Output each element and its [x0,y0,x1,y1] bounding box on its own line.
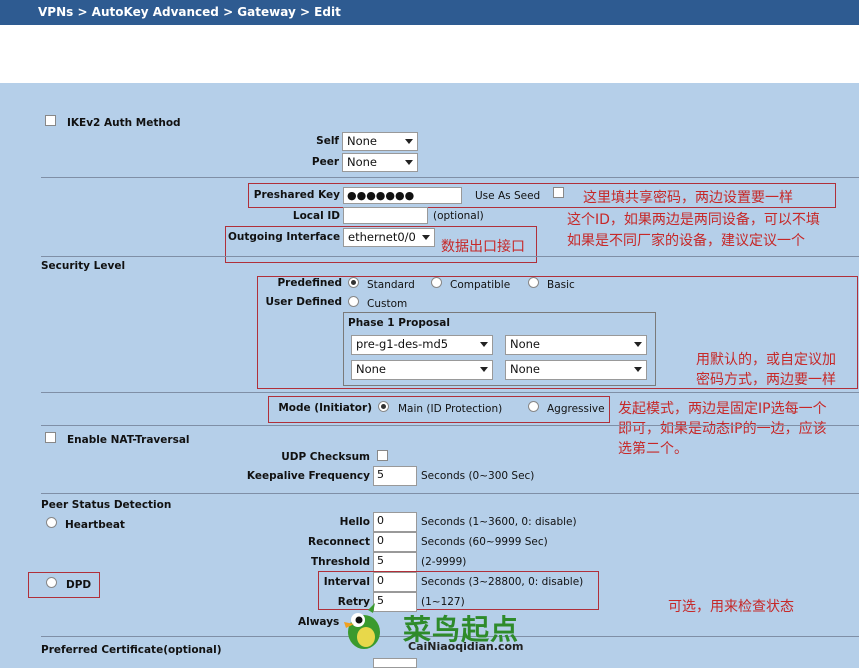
local-id-input[interactable] [343,207,428,224]
chevron-down-icon [480,342,488,347]
annotation-psk: 这里填共享密码，两边设置要一样 [583,190,793,206]
self-select[interactable]: None [342,132,418,151]
proposal-1-value: pre-g1-des-md5 [356,337,449,351]
divider [41,392,859,393]
annotation-proposal-1: 用默认的，或自定议加 [696,352,836,368]
annotation-proposal-2: 密码方式，两边要一样 [696,372,836,388]
breadcrumb: VPNs > AutoKey Advanced > Gateway > Edit [38,5,341,19]
outgoing-interface-label: Outgoing Interface [228,231,341,243]
chevron-down-icon [405,160,413,165]
radio-basic[interactable] [528,277,539,288]
nat-traversal-label: Enable NAT-Traversal [67,434,190,446]
annotation-outgoing: 数据出口接口 [441,239,525,255]
radio-compatible[interactable] [431,277,442,288]
phase1-proposal-title: Phase 1 Proposal [348,317,450,329]
self-select-value: None [347,134,378,148]
radio-dpd[interactable] [46,577,57,588]
mode-label: Mode (Initiator) [278,402,372,414]
predefined-label: Predefined [277,277,342,289]
use-as-seed-checkbox[interactable] [553,187,564,198]
divider [41,425,859,426]
chevron-down-icon [634,367,642,372]
annotation-localid-2: 如果是不同厂家的设备，建议定议一个 [567,233,805,249]
keepalive-input[interactable]: 5 [373,466,417,486]
nat-traversal-checkbox[interactable] [45,432,56,443]
peer-label: Peer [311,156,339,168]
preferred-certificate-heading: Preferred Certificate(optional) [41,644,222,656]
udp-checksum-label: UDP Checksum [281,451,370,463]
chevron-down-icon [480,367,488,372]
ikev2-label: IKEv2 Auth Method [67,117,181,129]
local-id-hint: (optional) [433,210,484,222]
threshold-hint: (2-9999) [421,556,467,568]
annotation-mode-2: 即可，如果是动态IP的一边，应该 [618,421,827,437]
annotation-mode-3: 选第二个。 [618,441,688,457]
heartbeat-label: Heartbeat [65,519,125,531]
chevron-down-icon [422,235,430,240]
hello-input[interactable]: 0 [373,512,417,532]
reconnect-label: Reconnect [308,536,370,548]
peer-status-heading: Peer Status Detection [41,499,172,511]
interval-hint: Seconds (3~28800, 0: disable) [421,576,584,588]
keepalive-label: Keepalive Frequency [246,470,370,482]
radio-standard[interactable] [348,277,359,288]
divider [41,256,859,257]
proposal-2-value: None [510,337,541,351]
security-level-heading: Security Level [41,260,126,272]
radio-custom[interactable] [348,296,359,307]
threshold-input[interactable]: 5 [373,552,417,572]
hello-label: Hello [339,516,370,528]
watermark-url: CaiNiaoqidian.com [408,640,524,653]
annotation-mode-1: 发起模式，两边是固定IP选每一个 [618,401,827,417]
main-mode-label: Main (ID Protection) [398,403,503,415]
reconnect-input[interactable]: 0 [373,532,417,552]
divider [41,493,859,494]
keepalive-hint: Seconds (0~300 Sec) [421,470,535,482]
udp-checksum-checkbox[interactable] [377,450,388,461]
hello-hint: Seconds (1~3600, 0: disable) [421,516,577,528]
proposal-select-4[interactable]: None [505,360,647,380]
divider [41,177,859,178]
proposal-select-2[interactable]: None [505,335,647,355]
reconnect-hint: Seconds (60~9999 Sec) [421,536,548,548]
outgoing-interface-select[interactable]: ethernet0/0 [343,228,435,247]
radio-aggressive-mode[interactable] [528,401,539,412]
compatible-label: Compatible [450,279,511,291]
always-label: Always [298,616,340,628]
bird-logo-icon [344,603,380,649]
certificate-input[interactable] [373,658,417,668]
proposal-select-3[interactable]: None [351,360,493,380]
chevron-down-icon [634,342,642,347]
radio-heartbeat[interactable] [46,517,57,528]
header-spacer [0,25,859,83]
ikev2-checkbox[interactable] [45,115,56,126]
interval-label: Interval [323,576,370,588]
proposal-3-value: None [356,362,387,376]
radio-main-mode[interactable] [378,401,389,412]
basic-label: Basic [547,279,575,291]
custom-label: Custom [367,298,408,310]
threshold-label: Threshold [311,556,370,568]
self-label: Self [316,135,339,147]
use-as-seed-label: Use As Seed [475,190,541,202]
proposal-4-value: None [510,362,541,376]
standard-label: Standard [367,279,415,291]
peer-select-value: None [347,155,378,169]
user-defined-label: User Defined [265,296,342,308]
peer-select[interactable]: None [342,153,418,172]
annotation-dpd: 可选，用来检查状态 [668,599,794,615]
dpd-label: DPD [66,579,92,591]
chevron-down-icon [405,139,413,144]
annotation-localid-1: 这个ID，如果两边是两同设备，可以不填 [567,212,820,228]
interval-input[interactable]: 0 [373,572,417,592]
preshared-key-label: Preshared Key [253,189,340,201]
proposal-select-1[interactable]: pre-g1-des-md5 [351,335,493,355]
outgoing-interface-value: ethernet0/0 [348,230,416,244]
preshared-key-input[interactable]: ●●●●●●● [343,187,462,204]
aggressive-mode-label: Aggressive [547,403,605,415]
local-id-label: Local ID [292,210,340,222]
retry-hint: (1~127) [421,596,465,608]
